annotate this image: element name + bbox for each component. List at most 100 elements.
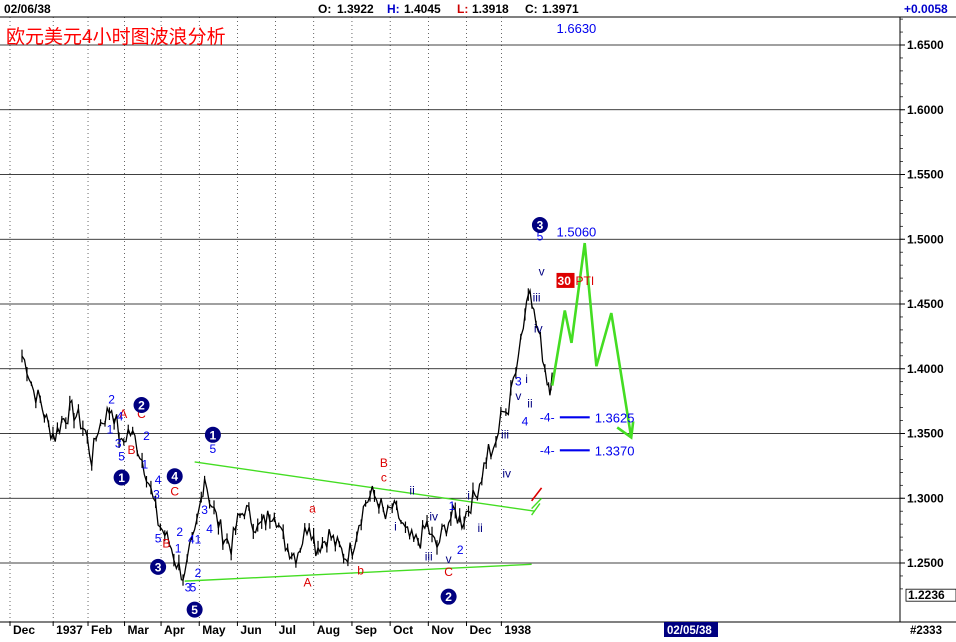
- x-tick-label: Dec: [13, 623, 35, 637]
- wave-label: 4: [155, 473, 162, 487]
- chart-background: [0, 0, 956, 637]
- wave-label: 2: [143, 429, 150, 443]
- wave-label: 2: [108, 393, 115, 407]
- wave-label: iv: [534, 321, 543, 335]
- cursor-date: 02/05/38: [667, 625, 712, 637]
- open-value: 1.3922: [337, 2, 374, 16]
- header-bar: [0, 0, 900, 17]
- wave-label: 4: [117, 410, 124, 424]
- wave-label: 1: [449, 499, 456, 513]
- wave-label: 3: [515, 375, 522, 389]
- y-tick-label: 1.5000: [907, 232, 944, 246]
- low-label: L:: [457, 2, 468, 16]
- wave-label: B: [162, 536, 170, 550]
- x-tick-label: 1937: [56, 623, 83, 637]
- wave-label: i: [394, 520, 397, 534]
- wave-label: 2: [195, 566, 202, 580]
- x-tick-label: Jul: [279, 623, 296, 637]
- wave-circle-label: 1: [118, 471, 125, 485]
- wave-label: ii: [409, 483, 414, 497]
- wave-circle-label: 3: [537, 219, 544, 233]
- high-value: 1.4045: [404, 2, 441, 16]
- wave-label: v: [515, 389, 521, 403]
- x-tick-label: Mar: [128, 623, 150, 637]
- wave-label: v: [539, 265, 545, 279]
- wave-label: 5: [155, 531, 162, 545]
- wave-label: 2: [457, 543, 464, 557]
- y-tick-label: 1.2500: [907, 556, 944, 570]
- x-tick-label: Apr: [164, 623, 185, 637]
- target-level-value: 1.6630: [557, 21, 597, 36]
- wave-label: 4: [522, 415, 529, 429]
- wave-circle-label: 3: [155, 560, 162, 574]
- wave-label: 1: [195, 533, 202, 547]
- x-tick-label: Aug: [317, 623, 340, 637]
- wave-label: 1: [141, 457, 148, 471]
- wave-circle-label: 4: [171, 470, 178, 484]
- wave-label: 5: [210, 442, 217, 456]
- last-price-label: 1.2236: [908, 588, 945, 602]
- wave-label: 4: [206, 522, 213, 536]
- chart-area: 1.6630 1.5060 -4- 1.3625 -4- 1.3370 30 PTI 2A14…: [0, 0, 956, 637]
- chart-svg: 1.66301.5060-4- 1.3625-4- 1.337030 PTI 2A14…: [0, 0, 956, 637]
- wave-circle-label: 2: [138, 399, 145, 413]
- wave-label: 3: [115, 437, 122, 451]
- wave-label: 1: [107, 423, 114, 437]
- y-tick-label: 1.5500: [907, 168, 944, 182]
- badge-suffix: PTI: [576, 274, 595, 288]
- x-tick-label: Nov: [431, 623, 454, 637]
- x-tick-label: Jun: [240, 623, 261, 637]
- wave-label: C: [444, 565, 453, 579]
- wave-label: C: [170, 485, 179, 499]
- y-tick-label: 1.6500: [907, 38, 944, 52]
- low-value: 1.3918: [472, 2, 509, 16]
- target-level-value: 1.5060: [557, 224, 597, 239]
- target-level-tag: -4-: [540, 443, 555, 457]
- open-label: O:: [318, 2, 331, 16]
- wave-label: 3: [153, 487, 160, 501]
- target-level-tag: -4-: [540, 410, 555, 424]
- close-value: 1.3971: [542, 2, 579, 16]
- x-tick-label: 1938: [504, 623, 531, 637]
- wave-label: B: [128, 443, 136, 457]
- target-level-value: 1.3370: [595, 443, 635, 458]
- wave-label: 5: [190, 580, 197, 594]
- wave-label: iii: [533, 290, 541, 304]
- wave-label: 2: [176, 525, 183, 539]
- wave-label: iv: [429, 509, 438, 523]
- x-tick-label: May: [202, 623, 226, 637]
- wave-label: 5: [118, 450, 125, 464]
- header-date: 02/06/38: [4, 2, 51, 16]
- bar-count: #2333: [910, 625, 942, 637]
- wave-label: 3: [201, 503, 208, 517]
- x-tick-label: Feb: [91, 623, 112, 637]
- target-level-value: 1.3625: [595, 410, 635, 425]
- x-tick-label: Dec: [470, 623, 492, 637]
- x-tick-label: Oct: [393, 623, 413, 637]
- y-tick-label: 1.4000: [907, 362, 944, 376]
- wave-label: i: [467, 489, 470, 503]
- wave-circle-label: 5: [191, 603, 198, 617]
- wave-label: iii: [425, 549, 433, 563]
- wave-label: v: [446, 552, 452, 566]
- wave-label: iv: [502, 467, 511, 481]
- high-label: H:: [387, 2, 400, 16]
- wave-label: c: [381, 470, 387, 484]
- wave-label: iii: [501, 428, 509, 442]
- wave-label: b: [357, 564, 364, 578]
- y-tick-label: 1.3000: [907, 491, 944, 505]
- wave-label: i: [525, 372, 528, 386]
- wave-label: ii: [527, 397, 532, 411]
- wave-label: A: [304, 575, 312, 589]
- wave-label: a: [309, 501, 316, 515]
- wave-label: ii: [477, 521, 482, 535]
- y-tick-label: 1.3500: [907, 427, 944, 441]
- wave-circle-label: 2: [445, 590, 452, 604]
- close-label: C:: [525, 2, 538, 16]
- y-tick-label: 1.4500: [907, 297, 944, 311]
- wave-label: 1: [175, 542, 182, 556]
- badge-text: 30: [558, 274, 572, 288]
- wave-circle-label: 1: [210, 428, 217, 442]
- wave-label: B: [380, 456, 388, 470]
- chart-title: 欧元美元4小时图波浪分析: [6, 26, 226, 48]
